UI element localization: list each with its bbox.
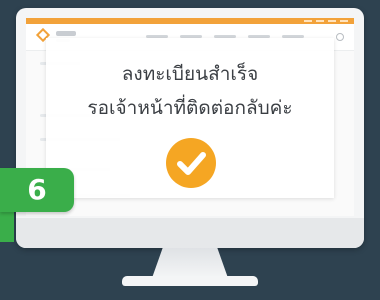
monitor-chin xyxy=(16,218,364,248)
monitor-stand-neck xyxy=(152,248,228,278)
success-message: รอเจ้าหน้าที่ติดต่อกลับค่ะ xyxy=(87,97,293,119)
step-number: 6 xyxy=(27,173,47,206)
site-logo-text xyxy=(56,31,76,36)
step-badge-tab xyxy=(0,212,14,242)
illustration-scene: ลงทะเบียนสำเร็จ รอเจ้าหน้าที่ติดต่อกลับค… xyxy=(0,0,380,300)
search-icon xyxy=(336,33,344,41)
monitor: ลงทะเบียนสำเร็จ รอเจ้าหน้าที่ติดต่อกลับค… xyxy=(16,8,364,248)
monitor-screen: ลงทะเบียนสำเร็จ รอเจ้าหน้าที่ติดต่อกลับค… xyxy=(26,18,354,216)
success-modal: ลงทะเบียนสำเร็จ รอเจ้าหน้าที่ติดต่อกลับค… xyxy=(46,38,334,198)
success-title: ลงทะเบียนสำเร็จ xyxy=(121,63,259,85)
monitor-stand-base xyxy=(122,276,258,286)
step-badge: 6 xyxy=(0,168,74,212)
check-circle-icon xyxy=(166,138,216,188)
